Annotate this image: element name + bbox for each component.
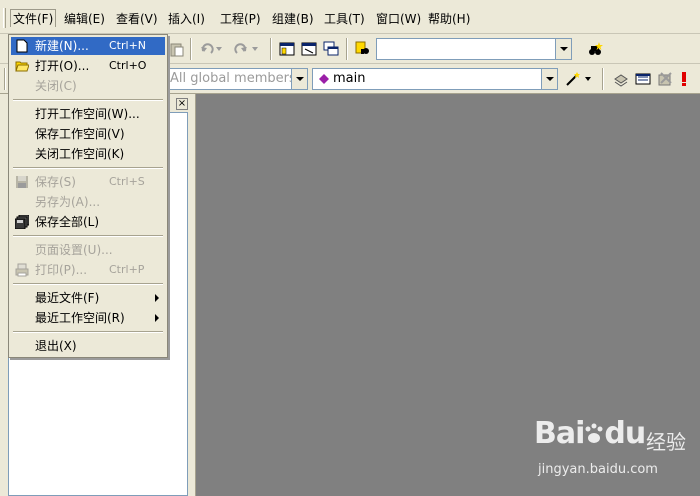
menu-item-save[interactable]: 保存(S) Ctrl+S [11, 173, 165, 191]
class-members-combo-value: All global members [170, 71, 296, 86]
paw-icon [585, 423, 603, 443]
save-icon [16, 176, 28, 188]
find-icon[interactable] [584, 38, 606, 60]
menu-item-open-workspace[interactable]: 打开工作空间(W)... [11, 105, 165, 123]
print-icon [15, 263, 29, 277]
menu-item-recent-workspaces[interactable]: 最近工作空间(R) [11, 309, 165, 327]
menu-item-save-as[interactable]: 另存为(A)... [11, 193, 165, 211]
baidu-jingyan-watermark: Bai du 经验 jingyan.baidu.com [534, 416, 694, 488]
menu-bar: 文件(F) 编辑(E) 查看(V) 插入(I) 工程(P) 组建(B) 工具(T… [0, 0, 700, 34]
menu-build[interactable]: 组建(B) [272, 10, 314, 28]
watermark-url: jingyan.baidu.com [538, 462, 658, 477]
menu-item-page-setup[interactable]: 页面设置(U)... [11, 241, 165, 259]
find-combo[interactable] [376, 38, 572, 60]
wizard-wand-icon[interactable] [562, 68, 584, 90]
chevron-right-icon [155, 294, 159, 302]
output-window-icon[interactable] [298, 38, 320, 60]
file-menu-dropdown: 新建(N)... Ctrl+N 打开(O)... Ctrl+O 关闭(C) 打开… [8, 34, 168, 358]
toolbar-separator [190, 38, 192, 60]
menu-separator [13, 235, 163, 237]
chevron-right-icon [155, 314, 159, 322]
compile-icon[interactable] [610, 68, 632, 90]
menu-item-recent-files[interactable]: 最近文件(F) [11, 289, 165, 307]
menu-tools[interactable]: 工具(T) [324, 10, 365, 28]
menu-item-print[interactable]: 打印(P)... Ctrl+P [11, 261, 165, 279]
menu-item-new[interactable]: 新建(N)... Ctrl+N [11, 37, 165, 55]
menu-edit[interactable]: 编辑(E) [64, 10, 105, 28]
chevron-down-icon[interactable] [541, 69, 557, 89]
menu-item-open[interactable]: 打开(O)... Ctrl+O [11, 57, 165, 75]
menu-view[interactable]: 查看(V) [116, 10, 158, 28]
menu-item-exit[interactable]: 退出(X) [11, 337, 165, 355]
close-icon[interactable]: × [176, 98, 188, 110]
chevron-down-icon[interactable] [555, 39, 571, 59]
function-combo[interactable]: main [312, 68, 558, 90]
wizard-dropdown-icon[interactable] [582, 68, 594, 90]
redo-dropdown-icon[interactable] [250, 38, 260, 60]
chevron-down-icon[interactable] [291, 69, 307, 89]
undo-dropdown-icon[interactable] [214, 38, 224, 60]
menu-separator [13, 99, 163, 101]
watermark-brand: Bai du [534, 416, 646, 451]
menu-separator [13, 167, 163, 169]
menu-item-close[interactable]: 关闭(C) [11, 77, 165, 95]
menu-insert[interactable]: 插入(I) [168, 10, 205, 28]
menu-item-close-workspace[interactable]: 关闭工作空间(K) [11, 145, 165, 163]
open-folder-icon [15, 61, 29, 72]
menu-project[interactable]: 工程(P) [220, 10, 261, 28]
toolbar-separator [270, 38, 272, 60]
new-file-icon [16, 39, 28, 53]
build-icon[interactable] [632, 68, 654, 90]
menu-file[interactable]: 文件(F) [10, 9, 57, 27]
save-all-icon [15, 215, 29, 229]
menu-window[interactable]: 窗口(W) [376, 10, 421, 28]
menubar-gripper[interactable] [3, 8, 6, 28]
function-combo-value: main [333, 71, 366, 86]
window-list-icon[interactable] [320, 38, 342, 60]
menu-help[interactable]: 帮助(H) [428, 10, 470, 28]
toolbar-separator [346, 38, 348, 60]
execute-icon[interactable] [676, 68, 692, 90]
menu-separator [13, 283, 163, 285]
toolbar-separator [602, 68, 604, 90]
menu-separator [13, 331, 163, 333]
stop-build-icon[interactable] [654, 68, 676, 90]
method-icon [319, 74, 329, 84]
menu-item-save-all[interactable]: 保存全部(L) [11, 213, 165, 231]
toolbar-gripper[interactable] [4, 68, 6, 90]
redo-icon[interactable] [230, 38, 252, 60]
paste-icon[interactable] [166, 38, 188, 60]
find-in-files-icon[interactable] [352, 38, 374, 60]
menu-item-save-workspace[interactable]: 保存工作空间(V) [11, 125, 165, 143]
watermark-cn: 经验 [646, 430, 686, 454]
workspace-window-icon[interactable] [276, 38, 298, 60]
class-members-combo[interactable]: All global members [166, 68, 308, 90]
